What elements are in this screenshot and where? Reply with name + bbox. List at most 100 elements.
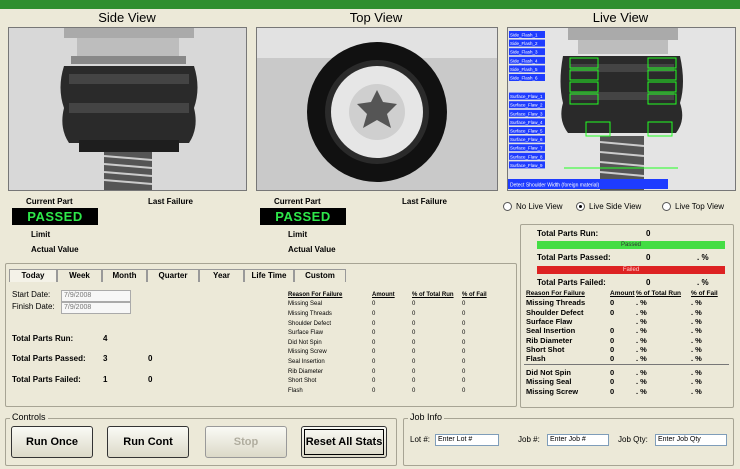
- controls-title: Controls: [10, 412, 48, 422]
- total-parts-passed-label: Total Parts Passed:: [12, 354, 86, 363]
- table-cell: 0: [610, 307, 615, 317]
- summary-col-pct-total: % of Total Run: [636, 290, 682, 298]
- table-cell: 0: [462, 368, 466, 375]
- live-view-image: Side_Flash_1 Side_Flash_2 Side_Flash_3 Side…: [507, 27, 736, 191]
- table-cell: 0: [412, 368, 416, 375]
- table-cell: . %: [636, 386, 647, 396]
- side-view-title: Side View: [98, 10, 156, 25]
- table-cell: 0: [372, 310, 376, 317]
- total-parts-failed-label: Total Parts Failed:: [12, 375, 81, 384]
- total-parts-failed-percent: 0: [148, 375, 153, 384]
- table-cell: 0: [372, 301, 376, 308]
- table-cell: 0: [412, 301, 416, 308]
- tab-week[interactable]: Week: [57, 269, 102, 282]
- table-cell: Short Shot: [526, 344, 565, 354]
- overlay-label: Surface_Flaw_2: [510, 103, 543, 108]
- table-cell: 0: [372, 339, 376, 346]
- total-parts-failed-value: 1: [103, 375, 108, 384]
- table-cell: . %: [691, 317, 702, 327]
- overlay-label: Side_Flash_5: [510, 67, 538, 72]
- table-row: Seal Insertion 0 0 0: [288, 357, 500, 367]
- live-overlay-caption: Detect Shoulder Width (foreign material): [510, 183, 600, 189]
- table-cell: . %: [691, 368, 702, 378]
- overlay-label: Surface_Flaw_6: [510, 137, 543, 142]
- tab-year[interactable]: Year: [199, 269, 244, 282]
- run-cont-button[interactable]: Run Cont: [107, 426, 189, 458]
- total-parts-run-label: Total Parts Run:: [12, 334, 74, 343]
- side-current-part-label: Current Part: [26, 197, 73, 206]
- summary-failed-label: Total Parts Failed:: [537, 278, 606, 287]
- lot-input[interactable]: Enter Lot #: [435, 434, 499, 446]
- table-row: Surface Flaw 0 0 0: [288, 328, 500, 338]
- top-view-image: [256, 27, 498, 191]
- tab-quarter[interactable]: Quarter: [147, 269, 199, 282]
- overlay-label: Side_Flash_3: [510, 50, 538, 55]
- job-input[interactable]: Enter Job #: [547, 434, 609, 446]
- summary-col-reason: Reason For Failure: [526, 290, 585, 298]
- table-row: Missing Threads 0 0 0: [288, 309, 500, 319]
- table-cell: 0: [610, 344, 615, 354]
- summary-failure-table: Reason For Failure Amount % of Total Run…: [526, 289, 726, 363]
- table-cell: Rib Diameter: [526, 335, 573, 345]
- top-status-badge: PASSED: [260, 208, 346, 225]
- table-cell: 0: [412, 378, 416, 385]
- table-cell: . %: [636, 298, 647, 308]
- table-cell: Shoulder Defect: [526, 307, 584, 317]
- side-last-failure-label: Last Failure: [148, 197, 193, 206]
- table-row: Shoulder Defect 0 0 0: [288, 319, 500, 329]
- summary-table-header: Reason For Failure Amount % of Total Run…: [526, 289, 726, 298]
- col-amount: Amount: [372, 291, 395, 298]
- overlay-label: Surface_Flaw_4: [510, 120, 543, 125]
- table-cell: 0: [372, 387, 376, 394]
- table-cell: 0: [610, 335, 615, 345]
- finish-date-field[interactable]: 7/9/2008: [61, 302, 131, 314]
- table-cell: . %: [636, 317, 647, 327]
- table-cell: . %: [691, 335, 702, 345]
- radio-live-top-view[interactable]: Live Top View: [662, 202, 724, 211]
- overlay-label: Surface_Flaw_3: [510, 111, 543, 116]
- table-cell: Short Shot: [288, 378, 317, 385]
- table-cell: Missing Seal: [526, 377, 572, 387]
- live-view-title: Live View: [592, 10, 649, 25]
- total-parts-passed-value: 3: [103, 354, 108, 363]
- summary-col-amount: Amount: [610, 290, 635, 298]
- table-cell: 0: [610, 377, 615, 387]
- overlay-label: Side_Flash_6: [510, 76, 538, 81]
- table-cell: . %: [636, 326, 647, 336]
- table-cell: 0: [412, 387, 416, 394]
- stop-button[interactable]: Stop: [205, 426, 287, 458]
- reset-all-stats-button[interactable]: Reset All Stats: [301, 426, 387, 458]
- table-row: Shoulder Defect 0 . % . %: [526, 308, 726, 317]
- table-cell: 0: [412, 320, 416, 327]
- table-cell: . %: [691, 354, 702, 364]
- summary-passed-percent: . %: [697, 253, 709, 262]
- summary-passed-value: 0: [646, 253, 651, 262]
- radio-live-side-view[interactable]: Live Side View: [576, 202, 641, 211]
- start-date-field[interactable]: 7/9/2008: [61, 290, 131, 302]
- table-cell: . %: [691, 307, 702, 317]
- table-cell: . %: [691, 344, 702, 354]
- summary-col-pct-fail: % of Fail: [691, 290, 718, 298]
- table-cell: 0: [462, 320, 466, 327]
- tab-custom[interactable]: Custom: [294, 269, 346, 282]
- run-once-button[interactable]: Run Once: [11, 426, 93, 458]
- side-status-badge: PASSED: [12, 208, 98, 225]
- table-cell: 0: [462, 378, 466, 385]
- table-row: Missing Seal 0 . % . %: [526, 377, 726, 386]
- overlay-label: Surface_Flaw_1: [510, 94, 543, 99]
- overlay-label: Surface_Flaw_5: [510, 129, 543, 134]
- tab-today[interactable]: Today: [9, 269, 57, 282]
- table-cell: 0: [462, 310, 466, 317]
- top-view-title: Top View: [349, 10, 403, 25]
- radio-no-live-view[interactable]: No Live View: [503, 202, 563, 211]
- table-row: Short Shot 0 . % . %: [526, 345, 726, 354]
- table-cell: 0: [372, 358, 376, 365]
- period-tabs: Today Week Month Quarter Year Life Time …: [9, 269, 346, 282]
- table-cell: 0: [610, 326, 615, 336]
- tab-life-time[interactable]: Life Time: [244, 269, 294, 282]
- tab-month[interactable]: Month: [102, 269, 147, 282]
- job-qty-input[interactable]: Enter Job Qty: [655, 434, 727, 446]
- table-row: Missing Seal 0 0 0: [288, 300, 500, 310]
- overlay-label: Surface_Flaw_9: [510, 163, 543, 168]
- table-row: Surface Flaw . % . %: [526, 317, 726, 326]
